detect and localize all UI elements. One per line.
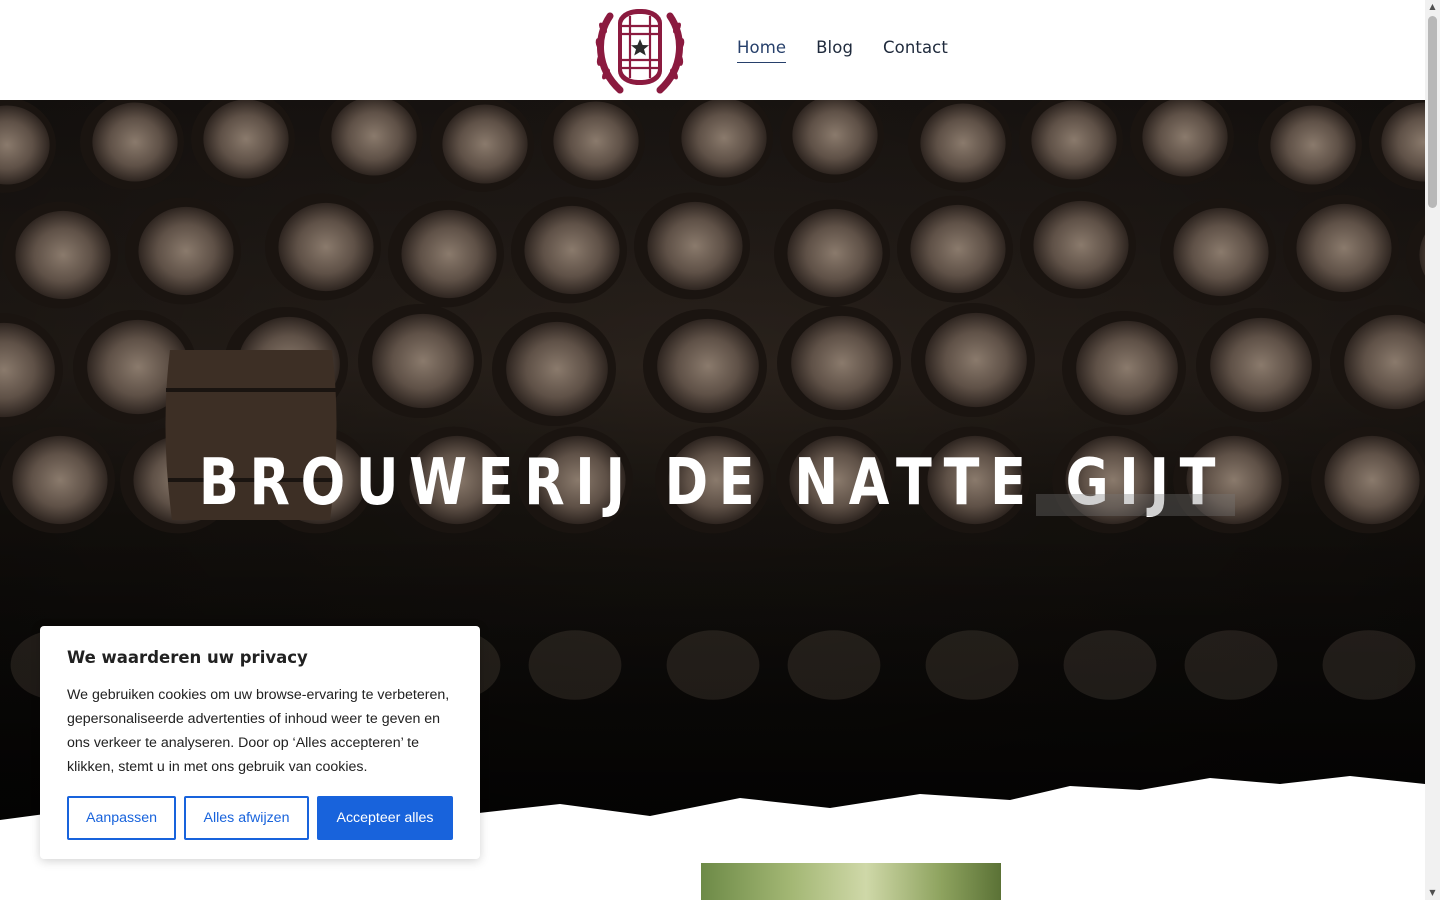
- cookie-banner-title: We waarderen uw privacy: [67, 648, 308, 667]
- page-scrollbar[interactable]: ▲ ▼: [1425, 0, 1440, 900]
- barrel-reflection: [666, 630, 760, 700]
- barrel-face: [506, 321, 608, 417]
- nav-contact-link[interactable]: Contact: [883, 38, 948, 63]
- barrel-face: [1031, 100, 1117, 180]
- barrel-face: [138, 206, 234, 296]
- triangle-up-icon[interactable]: ▲: [1425, 0, 1440, 14]
- brand-logo[interactable]: [592, 6, 688, 94]
- barrel-face: [553, 101, 639, 181]
- accept-all-button[interactable]: Accepteer alles: [317, 796, 453, 840]
- site-header: Home Blog Contact: [0, 0, 1425, 100]
- barrel-reflection: [1322, 630, 1416, 700]
- barrel-face: [203, 100, 289, 179]
- barrel-face: [1142, 100, 1228, 177]
- title-underline-decoration: [1036, 494, 1235, 516]
- triangle-down-icon[interactable]: ▼: [1425, 886, 1440, 900]
- nav-home-link[interactable]: Home: [737, 38, 787, 63]
- barrel-face: [1296, 203, 1392, 293]
- barrel-face: [331, 100, 417, 176]
- barrel-face: [791, 315, 893, 411]
- barrel-face: [925, 312, 1027, 408]
- barrel-face: [910, 204, 1006, 294]
- customize-button[interactable]: Aanpassen: [67, 796, 176, 840]
- barrel-wheat-crest-icon: [595, 9, 685, 94]
- barrel-reflection: [925, 630, 1019, 700]
- vineyard-image: [701, 863, 1001, 900]
- barrel-face: [442, 104, 528, 184]
- barrel-reflection: [1063, 630, 1157, 700]
- barrel-face: [1033, 200, 1129, 290]
- reject-all-button[interactable]: Alles afwijzen: [184, 796, 309, 840]
- barrel-face: [278, 202, 374, 292]
- barrel-face: [12, 435, 108, 525]
- barrel-face: [1173, 207, 1269, 297]
- barrel-face: [920, 103, 1006, 183]
- barrel-face: [1076, 320, 1178, 416]
- barrel-reflection: [787, 630, 881, 700]
- barrel-face: [1270, 105, 1356, 185]
- barrel-face: [681, 100, 767, 178]
- barrel-face: [372, 313, 474, 409]
- barrel-face: [1324, 435, 1420, 525]
- barrel-face: [92, 102, 178, 182]
- barrel-face: [1210, 317, 1312, 413]
- scrollbar-thumb[interactable]: [1428, 16, 1437, 208]
- nav-blog-link[interactable]: Blog: [816, 38, 853, 63]
- barrel-face: [787, 208, 883, 298]
- barrel-face: [647, 201, 743, 291]
- barrel-reflection: [528, 630, 622, 700]
- barrel-face: [657, 318, 759, 414]
- main-nav: Home Blog Contact: [737, 38, 948, 63]
- barrel-reflection: [1184, 630, 1278, 700]
- cookie-banner-text: We gebruiken cookies om uw browse-ervari…: [67, 687, 450, 775]
- barrel-face: [15, 210, 111, 300]
- barrel-face: [524, 205, 620, 295]
- cookie-button-group: Aanpassen Alles afwijzen Accepteer alles: [67, 796, 453, 840]
- cookie-consent-banner: We waarderen uw privacy We gebruiken coo…: [40, 626, 480, 859]
- barrel-face: [401, 209, 497, 299]
